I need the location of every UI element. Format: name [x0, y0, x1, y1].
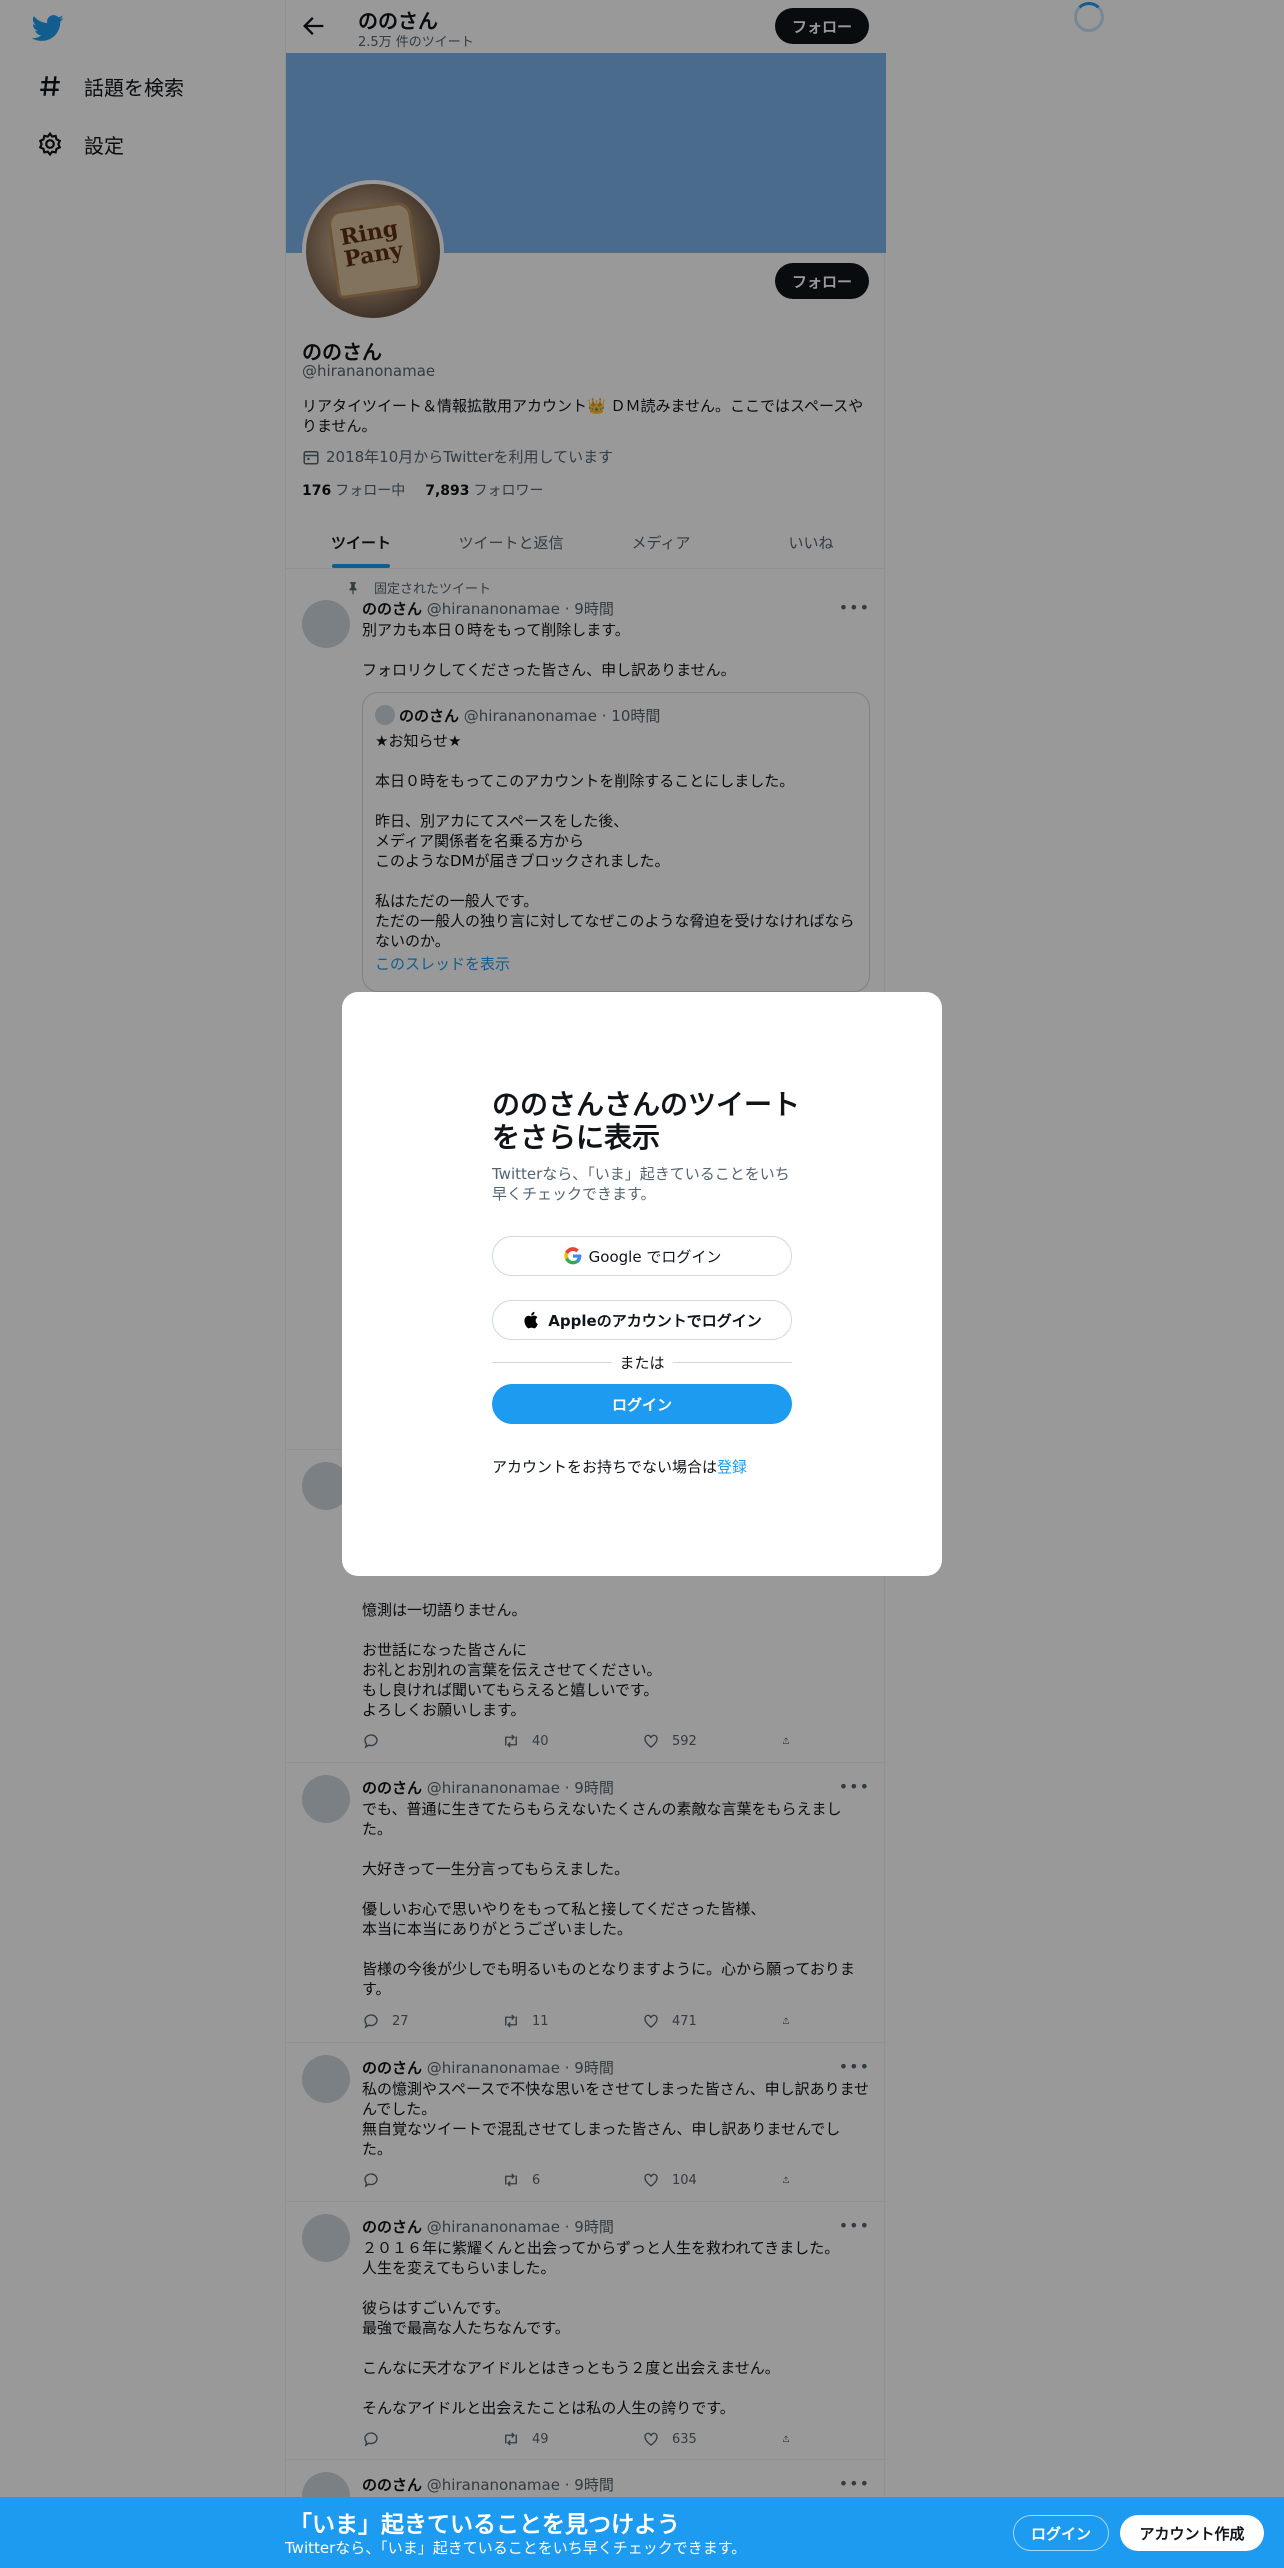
bottom-bar-subtitle: Twitterなら、「いま」起きていることをいち早くチェックできます。: [285, 2539, 747, 2557]
login-prompt-modal: ののさんさんのツイートをさらに表示 Twitterなら、「いま」起きていることを…: [342, 992, 942, 1576]
modal-title: ののさんさんのツイートをさらに表示: [492, 1088, 801, 1154]
google-login-button[interactable]: Google でログイン: [492, 1236, 792, 1276]
bottom-login-button[interactable]: ログイン: [1013, 2515, 1109, 2551]
bottom-signup-button[interactable]: アカウント作成: [1120, 2515, 1264, 2551]
google-logo-icon: [563, 1247, 581, 1265]
login-button[interactable]: ログイン: [492, 1384, 792, 1424]
signup-prompt: アカウントをお持ちでない場合は登録: [492, 1458, 748, 1476]
bottom-bar-title: 「いま」起きていることを見つけよう: [289, 2512, 680, 2538]
signup-link[interactable]: 登録: [717, 1458, 747, 1476]
apple-login-button[interactable]: Appleのアカウントでログイン: [492, 1300, 792, 1340]
modal-subtitle: Twitterなら、「いま」起きていることをいち早くチェックできます。: [492, 1165, 790, 1203]
bottom-signup-bar: 「いま」起きていることを見つけよう Twitterなら、「いま」起きていることを…: [0, 2497, 1284, 2568]
apple-logo-icon: [524, 1311, 539, 1329]
or-divider: または: [492, 1352, 793, 1373]
